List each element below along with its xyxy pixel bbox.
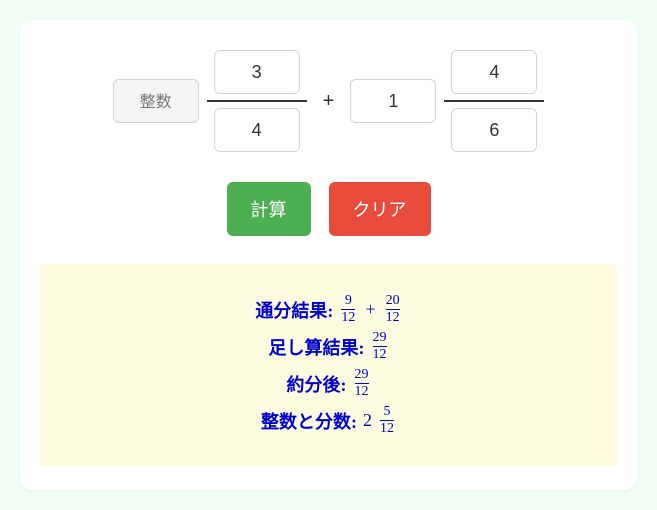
numerator-1-input[interactable]: [214, 50, 300, 94]
result-fraction: 5 12: [380, 405, 394, 436]
result-operator: +: [365, 299, 375, 320]
denominator-1-input[interactable]: [214, 108, 300, 152]
result-whole: 2: [363, 410, 372, 431]
result-sum: 足し算結果: 29 12: [52, 331, 605, 362]
fraction-group-2: [350, 50, 544, 152]
clear-button[interactable]: クリア: [329, 182, 431, 236]
inputs-row: +: [40, 50, 617, 152]
result-common-denom: 通分結果: 9 12 + 20 12: [52, 294, 605, 325]
result-label: 足し算結果:: [269, 334, 365, 360]
operator-label: +: [323, 90, 335, 113]
numerator-2-input[interactable]: [451, 50, 537, 94]
result-label: 通分結果:: [255, 297, 333, 323]
result-fraction: 29 12: [373, 331, 387, 362]
denominator-2-input[interactable]: [451, 108, 537, 152]
result-fraction: 9 12: [341, 294, 355, 325]
result-label: 約分後:: [287, 371, 347, 397]
fraction-2: [444, 50, 544, 152]
result-fraction: 20 12: [386, 294, 400, 325]
calculate-button[interactable]: 計算: [227, 182, 311, 236]
fraction-bar: [207, 100, 307, 102]
whole-1-input[interactable]: [113, 79, 199, 123]
results-panel: 通分結果: 9 12 + 20 12 足し算結果: 29 12 約分後: 29 …: [40, 264, 617, 466]
result-label: 整数と分数:: [261, 408, 357, 434]
result-mixed: 整数と分数: 2 5 12: [52, 405, 605, 436]
result-reduced: 約分後: 29 12: [52, 368, 605, 399]
whole-2-input[interactable]: [350, 79, 436, 123]
fraction-group-1: [113, 50, 307, 152]
buttons-row: 計算 クリア: [40, 182, 617, 236]
result-fraction: 29 12: [355, 368, 369, 399]
calculator-card: + 計算 クリア 通分結果: 9 12 + 20 12: [20, 20, 637, 490]
fraction-bar: [444, 100, 544, 102]
fraction-1: [207, 50, 307, 152]
